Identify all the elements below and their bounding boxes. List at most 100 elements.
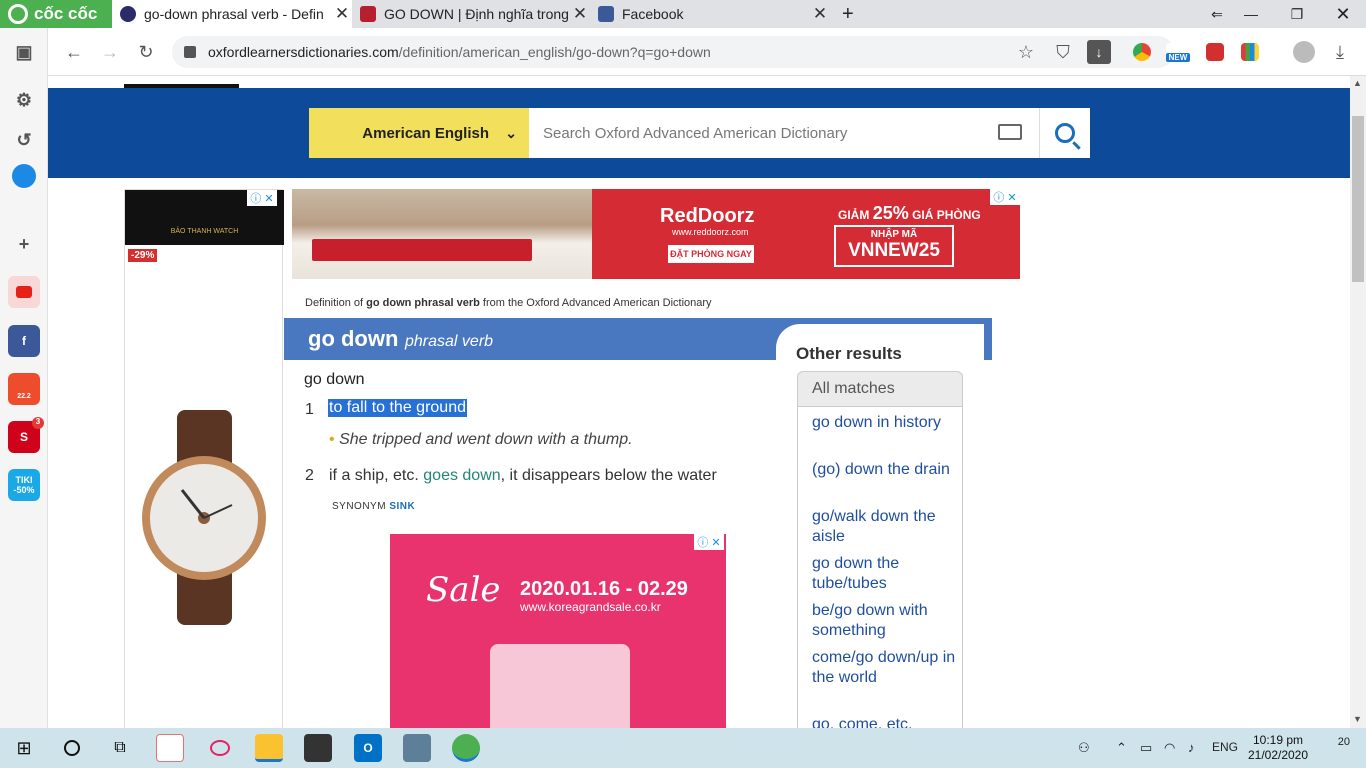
downloads-icon[interactable]: ⤓ <box>1328 40 1352 64</box>
new-tab-button[interactable]: + <box>834 0 862 28</box>
match-link[interactable]: go, come, etc. <box>812 715 957 728</box>
tab-0[interactable]: go-down phrasal verb - Defin ✕ <box>112 0 352 28</box>
shield-icon[interactable]: ⛉ <box>1051 40 1075 64</box>
people-icon[interactable]: ⚇ <box>1078 740 1090 756</box>
dictionary-label: American English <box>362 124 489 142</box>
match-link[interactable]: go/walk down the aisle <box>812 507 957 547</box>
chrome-extension-icon[interactable] <box>1133 43 1151 61</box>
ad-brand: RedDoorz <box>660 205 755 227</box>
tab-all-matches[interactable]: All matches <box>797 371 963 407</box>
breadcrumb: Definition of go down phrasal verb from … <box>305 297 712 309</box>
shopee-badge: 22.2 <box>17 392 31 400</box>
messenger-icon[interactable] <box>12 164 36 188</box>
sense-number: 1 <box>305 401 314 418</box>
close-tab-icon[interactable]: ✕ <box>570 4 590 24</box>
browser-brand[interactable]: cốc cốc <box>0 0 112 28</box>
sendo-icon[interactable]: S3 <box>8 417 44 453</box>
ad-promo: GIẢM 25% GIÁ PHÒNG <box>838 203 981 224</box>
match-link[interactable]: go down the tube/tubes <box>812 554 957 594</box>
clock[interactable]: 10:19 pm 21/02/2020 <box>1246 733 1310 763</box>
chevron-down-icon: ⌄ <box>505 125 517 141</box>
new-extension-icon[interactable]: NEW <box>1166 43 1190 62</box>
paint-app-icon[interactable] <box>206 734 234 762</box>
sendo-count-badge: 3 <box>32 417 44 429</box>
file-explorer-icon[interactable] <box>255 734 283 762</box>
restore-icon[interactable]: ❐ <box>1274 0 1320 28</box>
synonym-line: SYNONYM SINK <box>332 501 415 512</box>
match-link[interactable]: be/go down with something <box>812 601 957 641</box>
profile-avatar[interactable] <box>1293 41 1315 63</box>
browser-toolbar: ← → ↻ oxfordlearnersdictionaries.com/def… <box>48 28 1366 76</box>
ad-choices-icon[interactable]: ⓘ ✕ <box>247 190 277 206</box>
shopee-icon[interactable]: 22.2 <box>8 373 40 405</box>
tab-title: go-down phrasal verb - Defin <box>144 6 324 22</box>
match-link[interactable]: (go) down the drain <box>812 460 957 480</box>
ad-cta-button[interactable]: ĐẶT PHÒNG NGAY <box>668 245 754 263</box>
tab-strip: cốc cốc go-down phrasal verb - Defin ✕ G… <box>0 0 1366 28</box>
search-icon <box>1055 123 1075 143</box>
synonym-link[interactable]: SINK <box>389 501 415 512</box>
match-link[interactable]: come/go down/up in the world <box>812 648 957 688</box>
tab-title: Facebook <box>622 6 684 22</box>
search-icon[interactable] <box>58 734 86 762</box>
ad-left-banner[interactable]: BẢO THANH WATCH ⓘ ✕ -29% <box>124 189 284 728</box>
ad-choices-icon[interactable]: ⓘ ✕ <box>990 189 1020 205</box>
back-button[interactable]: ← <box>62 40 86 64</box>
tool-app-icon[interactable] <box>156 734 184 762</box>
battery-icon[interactable]: ▭ <box>1140 740 1152 756</box>
page-scrollbar[interactable]: ▲ ▼ <box>1350 76 1366 728</box>
language-indicator[interactable]: ENG <box>1212 740 1238 754</box>
def-link[interactable]: goes down <box>423 467 500 484</box>
colorful-extension-icon[interactable] <box>1241 43 1259 61</box>
notification-center-icon[interactable]: 20 <box>1324 736 1350 758</box>
close-tab-icon[interactable]: ✕ <box>332 4 352 24</box>
ad-site: www.reddoorz.com <box>672 227 749 237</box>
chevron-up-icon[interactable]: ⌃ <box>1116 740 1127 756</box>
ad-choices-icon[interactable]: ⓘ ✕ <box>694 534 724 550</box>
tab-2[interactable]: Facebook ✕ <box>590 0 830 28</box>
scroll-thumb[interactable] <box>1352 116 1364 282</box>
task-view-icon[interactable]: ⧉ <box>106 734 134 762</box>
match-link[interactable]: go down in history <box>812 413 957 433</box>
history-icon[interactable]: ↺ <box>8 124 40 156</box>
ad-mid-banner[interactable]: Sale 2020.01.16 - 02.29 www.koreagrandsa… <box>390 534 726 728</box>
search-button[interactable] <box>1039 108 1090 158</box>
search-input[interactable]: Search Oxford Advanced American Dictiona… <box>529 108 1039 158</box>
coccoc-taskbar-icon[interactable] <box>452 734 480 762</box>
sync-extension-icon[interactable] <box>1206 43 1224 61</box>
ad-discount-badge: -29% <box>128 249 158 262</box>
search-placeholder: Search Oxford Advanced American Dictiona… <box>543 124 848 142</box>
tiki-icon[interactable]: TIKI -50% <box>8 469 40 501</box>
scroll-up-icon[interactable]: ▲ <box>1353 78 1362 88</box>
terminal-app-icon[interactable] <box>304 734 332 762</box>
download-page-icon[interactable]: ↓ <box>1087 40 1111 64</box>
sidebar-toggle-icon[interactable]: ▣ <box>8 36 40 68</box>
keyboard-icon[interactable] <box>998 124 1022 140</box>
wifi-icon[interactable]: ◠ <box>1164 740 1175 756</box>
coccoc-logo-icon <box>8 4 28 24</box>
ad-sale-logo: Sale <box>426 570 501 610</box>
bullet-icon: • <box>329 431 335 448</box>
sense-definition[interactable]: to fall to the ground <box>328 399 467 417</box>
dictionary-select[interactable]: American English ⌄ <box>309 108 529 158</box>
youtube-icon[interactable] <box>8 276 40 308</box>
forward-button[interactable]: → <box>98 40 122 64</box>
reload-button[interactable]: ↻ <box>134 40 158 64</box>
close-tab-icon[interactable]: ✕ <box>810 4 830 24</box>
ad-top-banner[interactable]: RedDoorz www.reddoorz.com ĐẶT PHÒNG NGAY… <box>292 189 1020 279</box>
outlook-icon[interactable]: O <box>354 734 382 762</box>
add-app-icon[interactable]: + <box>8 228 40 260</box>
volume-icon[interactable]: ♪ <box>1188 740 1195 755</box>
minimize-icon[interactable]: — <box>1228 0 1274 28</box>
scroll-down-icon[interactable]: ▼ <box>1353 714 1362 724</box>
facebook-icon[interactable]: f <box>8 325 40 357</box>
close-window-icon[interactable]: ✕ <box>1320 0 1366 28</box>
app-icon[interactable] <box>403 734 431 762</box>
bookmark-star-icon[interactable]: ☆ <box>1014 40 1038 64</box>
settings-icon[interactable]: ⚙ <box>8 84 40 116</box>
matches-list: go down in history (go) down the drain g… <box>797 407 963 728</box>
windows-taskbar: ⊞ ⧉ O ⚇ ⌃ ▭ ◠ ♪ ENG 10:19 pm 21/02/2020 … <box>0 728 1366 768</box>
tab-1[interactable]: GO DOWN | Định nghĩa trong ✕ <box>352 0 590 28</box>
windows-start-icon[interactable]: ⊞ <box>10 734 38 762</box>
clock-date: 21/02/2020 <box>1247 748 1309 762</box>
